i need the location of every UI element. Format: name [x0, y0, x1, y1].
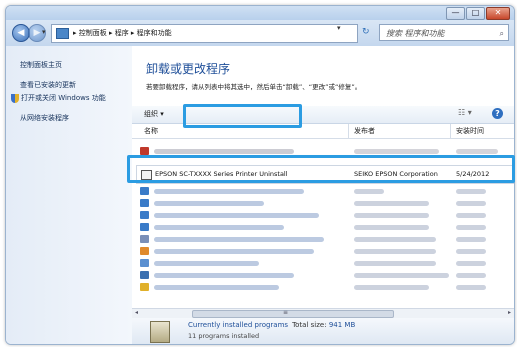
sidebar-item-control-panel-home[interactable]: 控制面板主页 — [20, 60, 62, 70]
scrollbar-grip: ≡ — [283, 309, 289, 316]
date-blurred — [456, 213, 486, 218]
program-name-blurred — [154, 237, 324, 242]
program-name-blurred — [154, 201, 264, 206]
breadcrumb[interactable]: ▸ 控制面板 ▸ 程序 ▸ 程序和功能 — [73, 29, 172, 37]
program-name-blurred — [154, 249, 314, 254]
column-header-installed-on[interactable]: 安装时间 — [456, 126, 484, 136]
program-name-blurred — [154, 285, 279, 290]
address-bar[interactable]: ▸ 控制面板 ▸ 程序 ▸ 程序和功能 — [51, 24, 358, 43]
address-dropdown[interactable]: ▾ — [337, 24, 341, 32]
total-size-label: Total size: — [292, 321, 327, 329]
table-row[interactable] — [132, 233, 514, 245]
organize-toolbar-highlight — [183, 104, 302, 128]
table-row[interactable] — [132, 197, 514, 209]
minimize-button[interactable]: — — [446, 7, 465, 20]
scroll-right-arrow[interactable]: ▸ — [508, 309, 511, 316]
recent-pages-dropdown[interactable]: ▾ — [42, 28, 46, 36]
program-icon — [140, 147, 149, 155]
date-blurred — [456, 189, 486, 194]
search-placeholder: 搜索 程序和功能 — [386, 29, 445, 38]
program-icon — [140, 247, 149, 255]
column-header-publisher[interactable]: 发布者 — [354, 126, 375, 136]
publisher-blurred — [354, 201, 429, 206]
program-name-blurred — [154, 225, 284, 230]
date-blurred — [456, 225, 486, 230]
sidebar-item-install-from-network[interactable]: 从网络安装程序 — [20, 113, 69, 123]
help-icon[interactable]: ? — [492, 108, 503, 119]
total-size-value: 941 MB — [328, 321, 356, 329]
program-icon — [140, 259, 149, 267]
table-row[interactable] — [132, 281, 514, 293]
publisher-blurred — [354, 149, 439, 154]
refresh-icon[interactable]: ↻ — [362, 27, 370, 37]
table-row[interactable] — [132, 185, 514, 197]
program-icon — [140, 271, 149, 279]
table-row[interactable] — [132, 257, 514, 269]
sidebar-item-label: 打开或关闭 Windows 功能 — [21, 94, 106, 102]
table-row[interactable] — [132, 209, 514, 221]
date-blurred — [456, 237, 486, 242]
date-blurred — [456, 261, 486, 266]
date-blurred — [456, 285, 486, 290]
view-options-icon[interactable]: ☷ ▾ — [458, 108, 472, 117]
navigation-bar: ◀ ▶ ▾ ▸ 控制面板 ▸ 程序 ▸ 程序和功能 ▾ ↻ 搜索 程序和功能 ⌕ — [6, 20, 514, 46]
program-name-blurred — [154, 261, 259, 266]
publisher-blurred — [354, 213, 429, 218]
details-title: Currently installed programs — [188, 321, 289, 329]
sidebar: 控制面板主页 查看已安装的更新 打开或关闭 Windows 功能 从网络安装程序 — [6, 46, 132, 344]
table-row[interactable] — [132, 245, 514, 257]
scrollbar-thumb[interactable] — [192, 310, 394, 318]
program-name-blurred — [154, 273, 294, 278]
close-button[interactable]: ✕ — [486, 7, 510, 20]
column-divider[interactable] — [348, 124, 349, 138]
installed-programs-icon — [150, 321, 170, 343]
horizontal-scrollbar[interactable]: ◂ ≡ ▸ — [132, 308, 514, 318]
title-bar: — □ ✕ — [6, 6, 514, 20]
details-pane: Currently installed programs Total size: … — [132, 318, 514, 344]
control-panel-icon — [56, 27, 69, 39]
date-blurred — [456, 249, 486, 254]
publisher-blurred — [354, 237, 436, 242]
date-blurred — [456, 149, 498, 154]
publisher-blurred — [354, 273, 449, 278]
program-count: 11 programs installed — [188, 332, 260, 340]
sidebar-item-windows-features[interactable]: 打开或关闭 Windows 功能 — [11, 93, 106, 103]
program-name-blurred — [154, 213, 319, 218]
sidebar-item-view-updates[interactable]: 查看已安装的更新 — [20, 80, 76, 90]
search-icon[interactable]: ⌕ — [500, 25, 504, 42]
program-name-blurred — [154, 189, 304, 194]
window-controls: — □ ✕ — [445, 7, 510, 20]
details-summary: Currently installed programs Total size: … — [188, 321, 355, 329]
date-blurred — [456, 273, 486, 278]
table-row[interactable] — [132, 221, 514, 233]
program-icon — [140, 199, 149, 207]
program-icon — [140, 235, 149, 243]
program-icon — [140, 211, 149, 219]
table-row[interactable] — [132, 269, 514, 281]
shield-icon — [11, 93, 19, 103]
program-icon — [140, 283, 149, 291]
organize-menu-button[interactable]: 组织 ▾ — [144, 109, 164, 119]
page-description: 若要卸载程序，请从列表中将其选中，然后单击“卸载”、“更改”或“修复”。 — [146, 83, 362, 91]
main-content: 卸载或更改程序 若要卸载程序，请从列表中将其选中，然后单击“卸载”、“更改”或“… — [132, 46, 514, 344]
program-name-blurred — [154, 149, 294, 154]
search-input[interactable]: 搜索 程序和功能 ⌕ — [379, 24, 509, 41]
selected-program-highlight — [127, 155, 515, 183]
scroll-left-arrow[interactable]: ◂ — [135, 309, 138, 316]
date-blurred — [456, 201, 486, 206]
maximize-button[interactable]: □ — [466, 7, 485, 20]
column-header-name[interactable]: 名称 — [144, 126, 158, 136]
column-divider[interactable] — [450, 124, 451, 138]
publisher-blurred — [354, 189, 384, 194]
publisher-blurred — [354, 249, 436, 254]
program-icon — [140, 223, 149, 231]
page-title: 卸载或更改程序 — [146, 62, 231, 76]
publisher-blurred — [354, 225, 429, 230]
program-icon — [140, 187, 149, 195]
publisher-blurred — [354, 261, 436, 266]
publisher-blurred — [354, 285, 429, 290]
